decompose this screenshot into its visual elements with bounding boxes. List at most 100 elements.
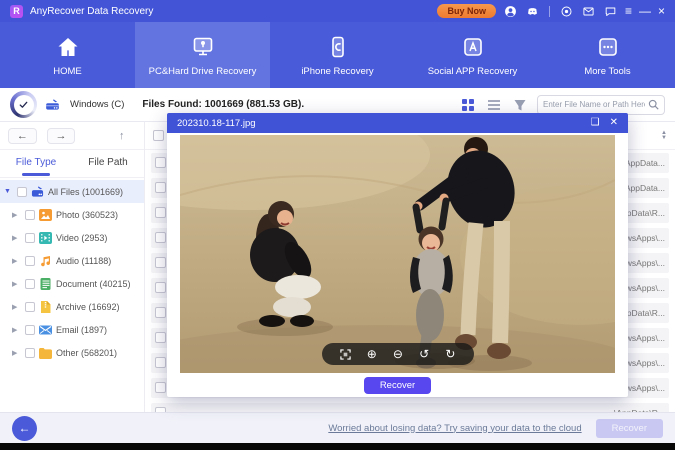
close-icon[interactable]: ✕ <box>610 118 618 128</box>
row-checkbox[interactable] <box>155 157 166 168</box>
zoom-in-icon[interactable]: ⊕ <box>367 348 377 360</box>
footer-bar: ← Worried about losing data? Try saving … <box>0 412 675 443</box>
close-icon[interactable]: × <box>658 5 665 17</box>
row-checkbox[interactable] <box>155 382 166 393</box>
list-view-icon[interactable] <box>485 96 503 114</box>
row-checkbox[interactable] <box>155 207 166 218</box>
recover-button[interactable]: Recover <box>364 377 431 394</box>
zoom-out-icon[interactable]: ⊖ <box>393 348 403 360</box>
row-checkbox[interactable] <box>155 232 166 243</box>
archive-checkbox[interactable] <box>25 302 35 312</box>
tree-label: Archive (16692) <box>56 302 120 312</box>
row-checkbox[interactable] <box>155 357 166 368</box>
up-arrow-button[interactable]: ↑ <box>107 128 136 144</box>
tree-label: Document (40215) <box>56 279 131 289</box>
mail-icon[interactable] <box>581 4 596 18</box>
sidebar-history-nav: ← → ↑ <box>0 122 144 150</box>
cloud-backup-link[interactable]: Worried about losing data? Try saving yo… <box>328 423 581 434</box>
files-found-status: Files Found: 1001669 (881.53 GB). <box>142 99 304 110</box>
tree-item-photo[interactable]: ▶ Photo (360523) <box>0 203 144 226</box>
tree-item-audio[interactable]: ▶ Audio (11188) <box>0 249 144 272</box>
tab-pc-label: PC&Hard Drive Recovery <box>149 66 257 77</box>
tab-more-tools-label: More Tools <box>584 66 630 77</box>
photo-checkbox[interactable] <box>25 210 35 220</box>
app-window: R AnyRecover Data Recovery Buy Now ≡ — × <box>0 0 675 450</box>
caret-right-icon[interactable]: ▶ <box>12 280 21 288</box>
document-checkbox[interactable] <box>25 279 35 289</box>
discord-icon[interactable] <box>525 4 540 18</box>
forward-arrow-button[interactable]: → <box>47 128 76 144</box>
other-checkbox[interactable] <box>25 348 35 358</box>
search-box <box>537 95 665 115</box>
preview-modal-header[interactable]: 202310.18-117.jpg ❑ ✕ <box>167 113 628 133</box>
tree-item-email[interactable]: ▶ Email (1897) <box>0 318 144 341</box>
tab-more-tools[interactable]: More Tools <box>540 22 675 88</box>
menu-icon[interactable]: ≡ <box>625 5 632 17</box>
video-checkbox[interactable] <box>25 233 35 243</box>
tree-label: Audio (11188) <box>56 256 111 266</box>
tab-iphone-recovery[interactable]: iPhone Recovery <box>270 22 405 88</box>
tab-file-type[interactable]: File Type <box>0 150 72 177</box>
tree-item-document[interactable]: ▶ Document (40215) <box>0 272 144 295</box>
audio-checkbox[interactable] <box>25 256 35 266</box>
tab-social-app-recovery[interactable]: Social APP Recovery <box>405 22 540 88</box>
all-files-checkbox[interactable] <box>17 187 27 197</box>
scan-complete-badge <box>10 91 37 118</box>
caret-right-icon[interactable]: ▶ <box>12 211 21 219</box>
preview-modal: 202310.18-117.jpg ❑ ✕ <box>167 113 628 397</box>
caret-right-icon[interactable]: ▶ <box>12 303 21 311</box>
rotate-right-icon[interactable]: ↻ <box>445 348 455 360</box>
rotate-left-icon[interactable]: ↺ <box>419 348 429 360</box>
tree-item-other[interactable]: ▶ Other (568201) <box>0 341 144 364</box>
row-checkbox[interactable] <box>155 282 166 293</box>
tree-item-video[interactable]: ▶ Video (2953) <box>0 226 144 249</box>
tree-item-all-files[interactable]: ▼ All Files (1001669) <box>0 180 144 203</box>
maximize-icon[interactable]: ❑ <box>591 118 600 128</box>
file-type-tree: ▼ All Files (1001669) ▶ Photo (360523) <box>0 178 144 364</box>
main-nav: HOME PC&Hard Drive Recovery iPhone Recov… <box>0 22 675 88</box>
row-checkbox[interactable] <box>155 182 166 193</box>
caret-down-icon[interactable]: ▼ <box>4 188 13 195</box>
caret-right-icon[interactable]: ▶ <box>12 349 21 357</box>
grid-view-icon[interactable] <box>459 96 477 114</box>
feedback-chat-icon[interactable] <box>603 4 618 18</box>
social-app-icon <box>460 34 486 60</box>
fit-screen-icon[interactable] <box>340 349 351 360</box>
more-tools-icon <box>595 34 621 60</box>
tree-label: Photo (360523) <box>56 210 118 220</box>
tab-file-path[interactable]: File Path <box>72 150 144 177</box>
buy-now-button[interactable]: Buy Now <box>437 4 496 18</box>
select-all-checkbox[interactable] <box>153 130 164 141</box>
tab-iphone-label: iPhone Recovery <box>301 66 373 77</box>
preview-image: ⊕ ⊖ ↺ ↻ <box>180 135 615 373</box>
account-avatar-icon[interactable] <box>503 4 518 18</box>
image-tools-bar: ⊕ ⊖ ↺ ↻ <box>322 343 474 365</box>
other-folder-icon <box>39 347 52 359</box>
tab-pc-hard-drive-recovery[interactable]: PC&Hard Drive Recovery <box>135 22 270 88</box>
app-title: AnyRecover Data Recovery <box>30 6 153 17</box>
footer-recover-button[interactable]: Recover <box>596 419 663 438</box>
tree-label: All Files (1001669) <box>48 187 123 197</box>
monitor-pin-icon <box>190 34 216 60</box>
filter-icon[interactable] <box>511 96 529 114</box>
search-icon[interactable] <box>648 99 659 110</box>
back-arrow-button[interactable]: ← <box>8 128 37 144</box>
caret-right-icon[interactable]: ▶ <box>12 234 21 242</box>
row-checkbox[interactable] <box>155 257 166 268</box>
tab-home[interactable]: HOME <box>0 22 135 88</box>
support-icon[interactable] <box>559 4 574 18</box>
tree-label: Email (1897) <box>56 325 107 335</box>
back-button[interactable]: ← <box>12 416 37 441</box>
preview-filename: 202310.18-117.jpg <box>177 118 256 129</box>
row-checkbox[interactable] <box>155 332 166 343</box>
minimize-icon[interactable]: — <box>639 5 651 17</box>
sort-icon[interactable]: ▲▼ <box>661 131 667 141</box>
table-row[interactable]: \AppData\R... <box>145 400 675 412</box>
email-checkbox[interactable] <box>25 325 35 335</box>
caret-right-icon[interactable]: ▶ <box>12 257 21 265</box>
tree-item-archive[interactable]: ▶ Archive (16692) <box>0 295 144 318</box>
search-input[interactable] <box>543 100 645 109</box>
caret-right-icon[interactable]: ▶ <box>12 326 21 334</box>
drive-label: Windows (C) <box>70 99 124 110</box>
row-checkbox[interactable] <box>155 307 166 318</box>
